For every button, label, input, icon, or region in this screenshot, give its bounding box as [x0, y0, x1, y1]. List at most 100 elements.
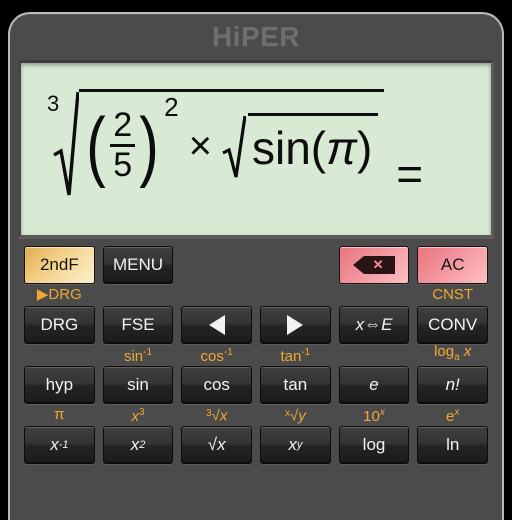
alt-cuberoot-text: √x [211, 407, 228, 425]
key-row-trig: hyp sin cos tan e n! [24, 366, 489, 404]
power-button[interactable]: xy [260, 426, 331, 464]
cell-square: x2 [102, 426, 174, 464]
alt-arccos-sup: -1 [223, 347, 233, 358]
cell-hyp: hyp [24, 366, 95, 404]
alt-label-row-1: ▶DRG CNST [24, 284, 488, 306]
calculator-display[interactable]: 3 ( 2 5 ) 2 × sin (π) = [18, 60, 494, 238]
keypad: 2ndF MENU ✕ AC ▶DRG CNST DRG FSE x⇔E CON… [10, 238, 502, 464]
power-base: x [288, 435, 297, 454]
alt-xcubed-base: x [131, 408, 139, 425]
cell-menu: MENU [102, 246, 174, 284]
sin-function: sin [251, 122, 311, 174]
square-base: x [130, 435, 140, 454]
alt-nthroot-text: √y [289, 407, 306, 425]
alt-epow-sup: x [454, 407, 460, 418]
cell-tan: tan [260, 366, 331, 404]
cos-button[interactable]: cos [181, 366, 253, 404]
cube-root-group: 3 ( 2 5 ) 2 × sin (π) [47, 89, 385, 197]
cube-root-radicand: ( 2 5 ) 2 × sin (π) [79, 89, 385, 197]
cell-fse: FSE [102, 306, 174, 344]
log-button[interactable]: log [338, 426, 410, 464]
arrow-left-icon [208, 315, 225, 335]
close-paren: ) [139, 101, 159, 190]
sin-close-paren: ) [356, 122, 373, 174]
sin-open-paren: ( [310, 122, 327, 174]
reciprocal-base: x [50, 435, 59, 454]
multiply-operator: × [188, 123, 212, 168]
alt-arctan-base: tan [280, 348, 302, 365]
alt-label-nth-root: x√y [260, 403, 331, 428]
alt-label-ten-pow-x: 10x [339, 402, 410, 428]
alt-label-arctan: tan-1 [260, 342, 331, 368]
pi-symbol: π [326, 122, 357, 174]
alt-label-row-3: π x3 3√x x√y 10x ex [24, 404, 488, 426]
backspace-icon: ✕ [353, 256, 396, 274]
display-expression: 3 ( 2 5 ) 2 × sin (π) = [47, 89, 423, 197]
cell-ac: AC [417, 246, 489, 284]
cell-backspace: ✕ [338, 246, 410, 284]
equals-sign: = [396, 148, 424, 200]
alt-xcubed-sup: 3 [138, 407, 145, 418]
cursor-left-button[interactable] [181, 306, 253, 344]
alt-arcsin-base: sin [123, 348, 144, 365]
fse-button[interactable]: FSE [102, 306, 174, 344]
key-row-functions: DRG FSE x⇔E CONV [24, 306, 489, 344]
alt-label-cnst: CNST [432, 286, 474, 303]
key-row-powers: x -1 x2 √x xy log ln [24, 426, 489, 464]
alt-label-e-pow-x: ex [417, 402, 488, 428]
cell-xe: x⇔E [338, 306, 410, 344]
reciprocal-button[interactable]: x -1 [24, 426, 95, 464]
ln-button[interactable]: ln [417, 426, 489, 464]
alt-tenpow-sup: x [379, 407, 385, 418]
x-exchange-e-button[interactable]: x⇔E [338, 306, 410, 344]
conv-button[interactable]: CONV [417, 306, 489, 344]
cell-right [260, 306, 331, 344]
alt-label-log-base-a: loga x [417, 341, 488, 369]
reciprocal-sup: -1 [58, 439, 69, 451]
cell-drg: DRG [24, 306, 95, 344]
open-paren: ( [86, 101, 106, 190]
backspace-button[interactable]: ✕ [338, 246, 410, 284]
root-index: 3 [47, 91, 60, 116]
cell-cos: cos [181, 366, 253, 404]
alt-arccos-base: cos [200, 348, 224, 365]
square-root-radicand: sin ( π ) [247, 112, 379, 179]
cell-2ndf: 2ndF [24, 246, 95, 284]
fraction-two-fifths: 2 5 [110, 108, 136, 183]
cell-reciprocal: x -1 [24, 426, 95, 464]
menu-button[interactable]: MENU [102, 246, 174, 284]
cell-e: e [338, 366, 410, 404]
keypad-gap [181, 246, 252, 284]
cell-factorial: n! [417, 366, 489, 404]
square-button[interactable]: x2 [102, 426, 174, 464]
square-root-group: sin ( π ) [222, 112, 379, 179]
alt-label-drg: ▶DRG [36, 286, 82, 303]
alt-tenpow-base: 10 [363, 408, 380, 425]
radical-sign-inner [222, 113, 248, 179]
cell-sin: sin [102, 366, 174, 404]
alt-label-row-2: sin-1 cos-1 tan-1 loga x [24, 341, 488, 369]
arrow-right-icon [287, 315, 304, 335]
square-root-button[interactable]: √x [181, 426, 253, 464]
alt-arctan-sup: -1 [301, 347, 311, 358]
cell-sqrt: √x [181, 426, 253, 464]
cell-conv: CONV [417, 306, 489, 344]
alt-loga-base: log [434, 343, 455, 360]
alt-loga-arg: x [459, 343, 472, 360]
second-function-button[interactable]: 2ndF [24, 246, 95, 284]
all-clear-button[interactable]: AC [417, 246, 489, 284]
euler-e-button[interactable]: e [338, 366, 410, 404]
alt-label-cube-root: 3√x [181, 403, 252, 428]
cell-ln: ln [417, 426, 489, 464]
factorial-button[interactable]: n! [417, 366, 489, 404]
alt-label-pi: π [54, 406, 65, 423]
sin-button[interactable]: sin [102, 366, 174, 404]
alt-label-arccos: cos-1 [181, 342, 252, 368]
cell-left [181, 306, 253, 344]
drg-button[interactable]: DRG [24, 306, 95, 344]
hyp-button[interactable]: hyp [24, 366, 95, 404]
cursor-right-button[interactable] [260, 306, 331, 344]
tan-button[interactable]: tan [260, 366, 331, 404]
fraction-denominator: 5 [110, 144, 136, 183]
alt-label-x-cubed: x3 [103, 402, 174, 428]
